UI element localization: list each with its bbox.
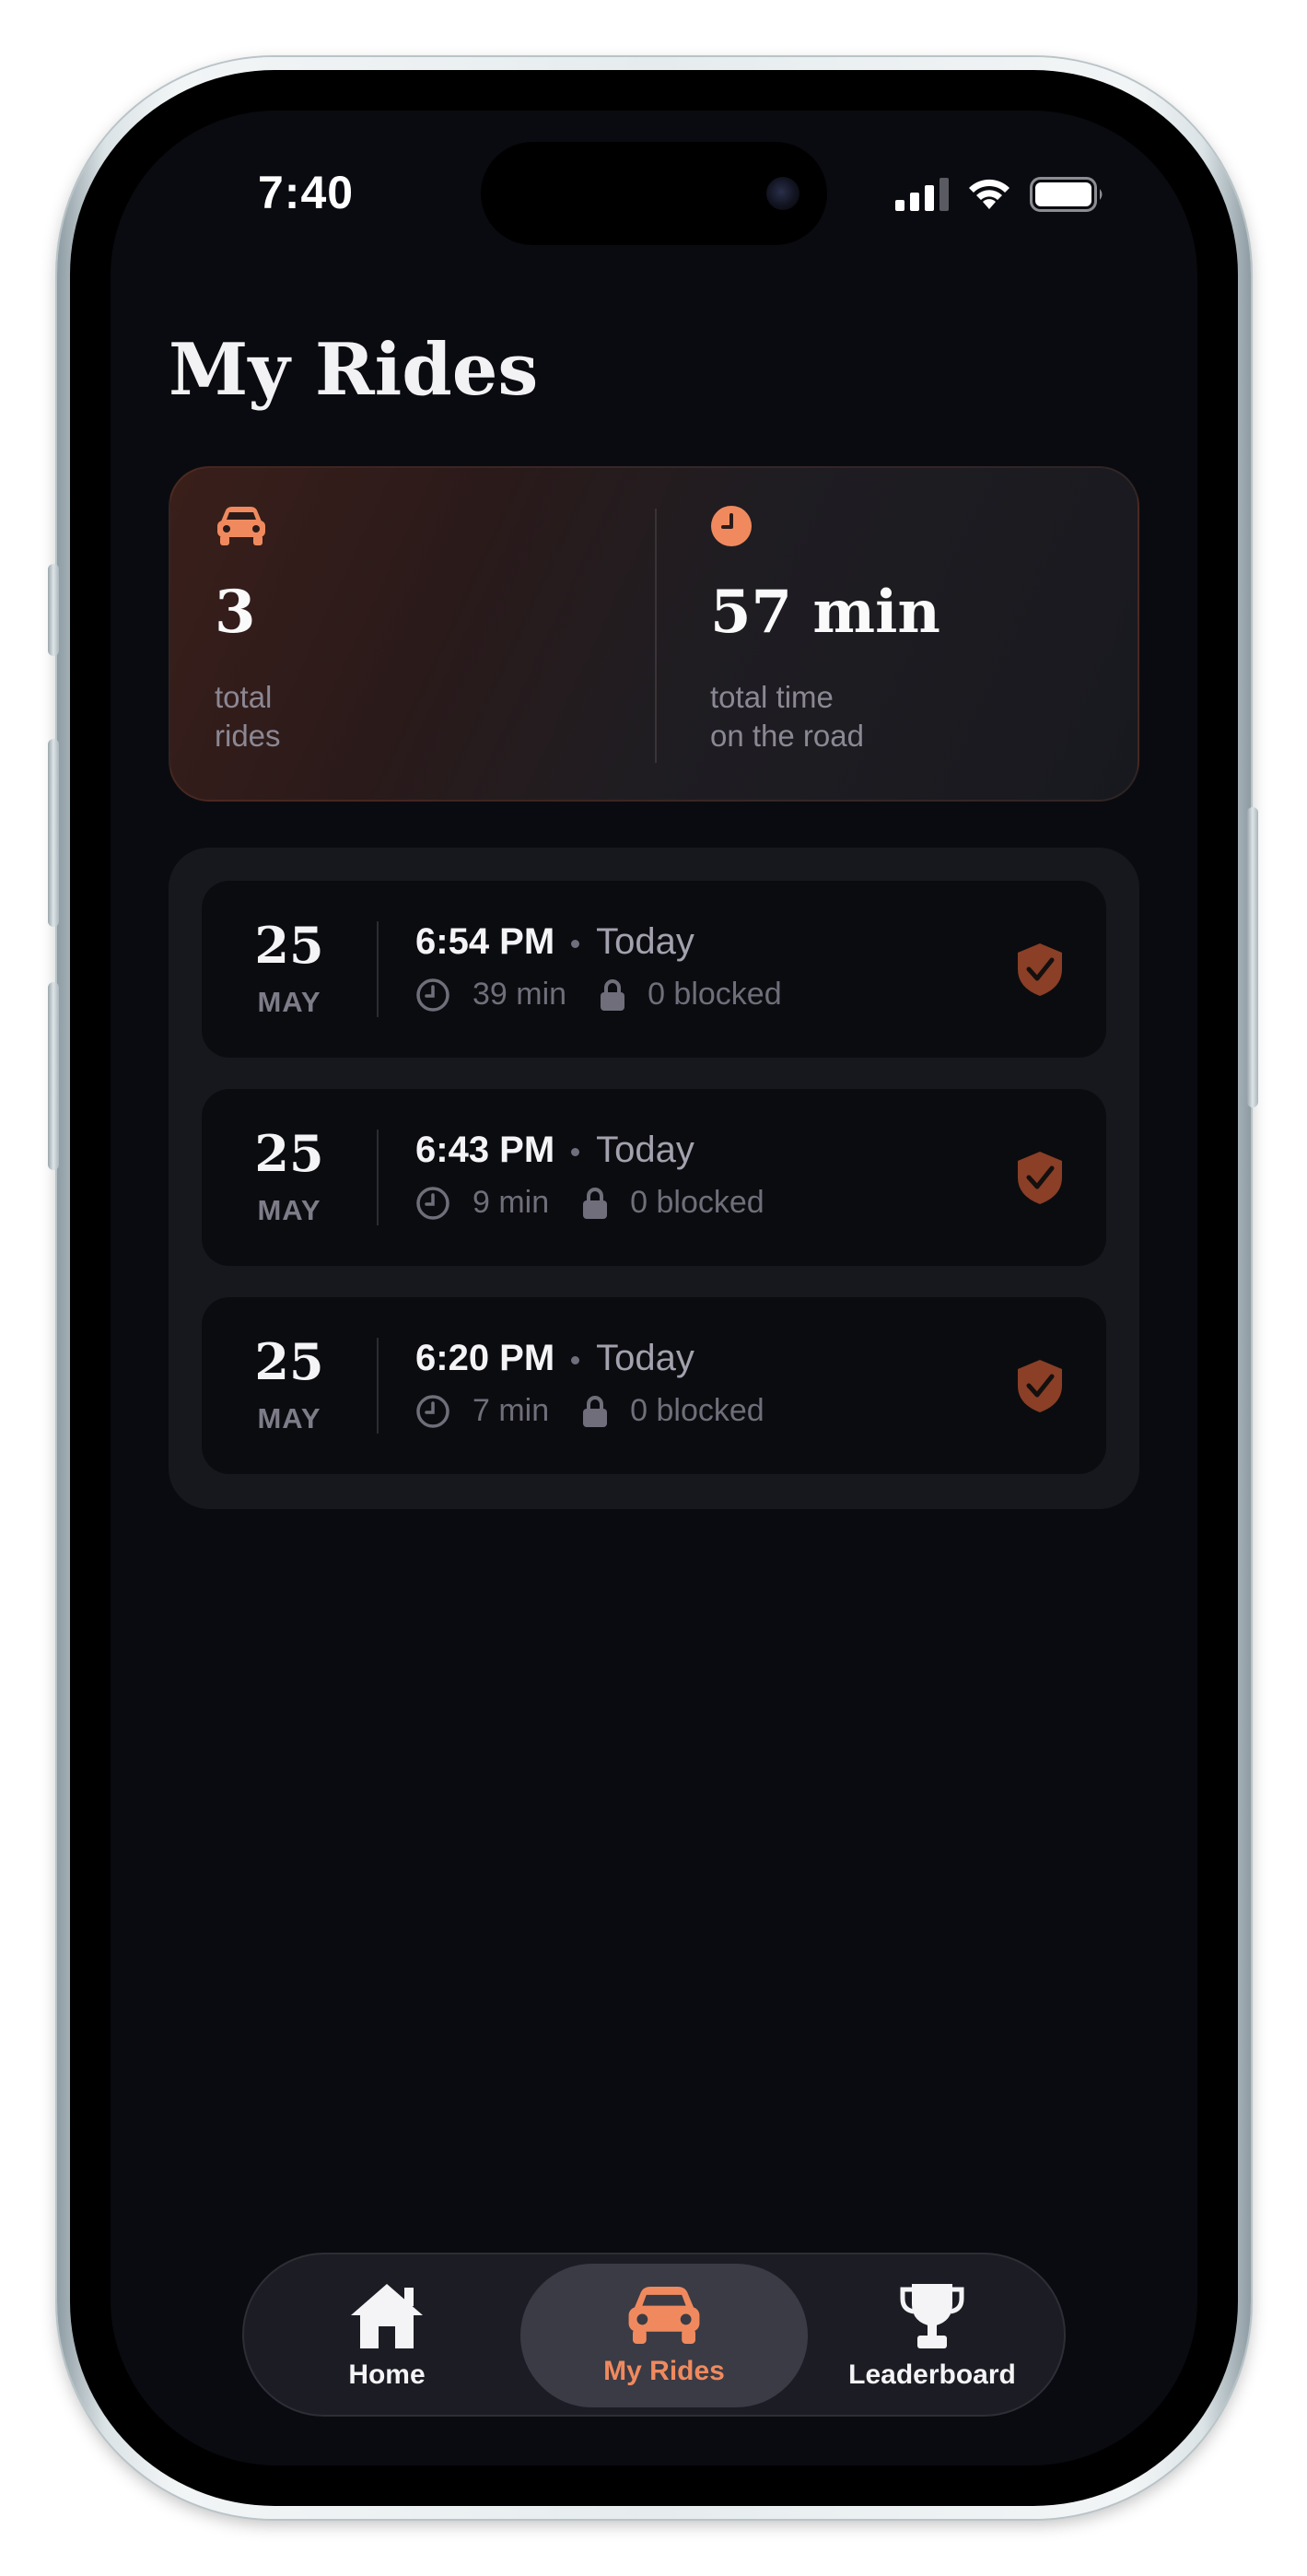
ride-time-line: 6:20 PM Today	[415, 1338, 694, 1379]
ride-day: 25	[254, 1332, 324, 1391]
ride-meta: 9 min 0 blocked	[415, 1185, 764, 1221]
ride-time: 6:43 PM	[415, 1130, 555, 1170]
dynamic-island	[481, 142, 827, 245]
ride-time: 6:54 PM	[415, 921, 555, 962]
ride-duration: 9 min	[473, 1185, 550, 1220]
ride-divider	[377, 1338, 379, 1434]
ride-blocked: 0 blocked	[648, 977, 782, 1012]
ride-time-line: 6:54 PM Today	[415, 921, 694, 963]
wifi-icon	[969, 179, 1009, 209]
lock-icon	[583, 1395, 608, 1427]
tab-bar: Home My Rides Leaderboard	[242, 2253, 1066, 2417]
total-rides-label: total rides	[215, 678, 281, 755]
separator-dot	[571, 1147, 580, 1156]
tab-my-rides-label: My Rides	[603, 2356, 725, 2386]
ride-when: Today	[596, 1338, 694, 1378]
ride-duration: 7 min	[473, 1393, 550, 1428]
tab-leaderboard-label: Leaderboard	[848, 2359, 1016, 2390]
trophy-icon	[900, 2284, 964, 2348]
clock-icon	[711, 506, 752, 546]
page-title: My Rides	[169, 328, 539, 412]
home-icon	[351, 2284, 423, 2348]
volume-up-button	[48, 739, 59, 927]
tab-my-rides[interactable]: My Rides	[520, 2264, 808, 2407]
ride-month: MAY	[257, 1194, 321, 1226]
tab-home[interactable]: Home	[253, 2264, 520, 2407]
battery-icon	[1030, 177, 1103, 212]
ride-month: MAY	[257, 986, 321, 1018]
action-button	[48, 564, 59, 656]
ride-day: 25	[254, 916, 324, 975]
status-icons	[895, 177, 1105, 212]
ride-meta: 39 min 0 blocked	[415, 977, 782, 1013]
separator-dot	[571, 939, 580, 948]
ride-item[interactable]: 25 MAY 6:43 PM Today 9 min 0 blocked	[202, 1089, 1106, 1266]
total-time-label-line1: total time	[710, 680, 834, 714]
ride-item[interactable]: 25 MAY 6:20 PM Today 7 min 0 blocked	[202, 1297, 1106, 1474]
total-time-stat: 57 min total time on the road	[710, 505, 940, 755]
cellular-signal-icon	[895, 178, 949, 211]
clock-outline-icon	[416, 1394, 449, 1428]
lock-icon	[583, 1187, 608, 1219]
total-rides-label-line2: rides	[215, 719, 281, 753]
ride-when: Today	[596, 921, 694, 962]
shield-check-icon	[1018, 1152, 1062, 1204]
total-rides-stat: 3 total rides	[215, 505, 281, 755]
ride-time: 6:20 PM	[415, 1338, 555, 1378]
shield-check-icon	[1018, 1360, 1062, 1412]
ride-divider	[377, 921, 379, 1017]
ride-duration: 39 min	[473, 977, 567, 1012]
ride-blocked: 0 blocked	[630, 1393, 764, 1428]
ride-day: 25	[254, 1124, 324, 1183]
camera-icon	[766, 177, 799, 210]
summary-divider	[655, 509, 657, 763]
lock-icon	[601, 978, 625, 1011]
total-time-value: 57 min	[710, 578, 940, 647]
total-rides-label-line1: total	[215, 680, 273, 714]
shield-check-icon	[1018, 943, 1062, 996]
ride-blocked: 0 blocked	[630, 1185, 764, 1220]
total-time-label-line2: on the road	[710, 719, 864, 753]
ride-month: MAY	[257, 1402, 321, 1434]
total-time-label: total time on the road	[710, 678, 940, 755]
screen: 7:40 My Rides 3 total rides 57 min total…	[111, 111, 1197, 2465]
side-button	[1247, 807, 1258, 1107]
car-icon	[217, 507, 265, 545]
ride-when: Today	[596, 1130, 694, 1170]
separator-dot	[571, 1355, 580, 1364]
ride-divider	[377, 1130, 379, 1225]
clock-outline-icon	[416, 1186, 449, 1220]
rides-list: 25 MAY 6:54 PM Today 39 min 0 blocked 25 …	[169, 848, 1139, 1509]
car-icon	[628, 2286, 700, 2345]
tab-leaderboard[interactable]: Leaderboard	[808, 2264, 1056, 2407]
clock-outline-icon	[416, 978, 449, 1012]
summary-card: 3 total rides 57 min total time on the r…	[169, 466, 1139, 802]
ride-item[interactable]: 25 MAY 6:54 PM Today 39 min 0 blocked	[202, 881, 1106, 1058]
total-rides-value: 3	[215, 578, 256, 647]
volume-down-button	[48, 982, 59, 1170]
tab-home-label: Home	[348, 2359, 426, 2390]
ride-meta: 7 min 0 blocked	[415, 1393, 764, 1429]
ride-time-line: 6:43 PM Today	[415, 1130, 694, 1171]
status-time: 7:40	[258, 167, 355, 218]
